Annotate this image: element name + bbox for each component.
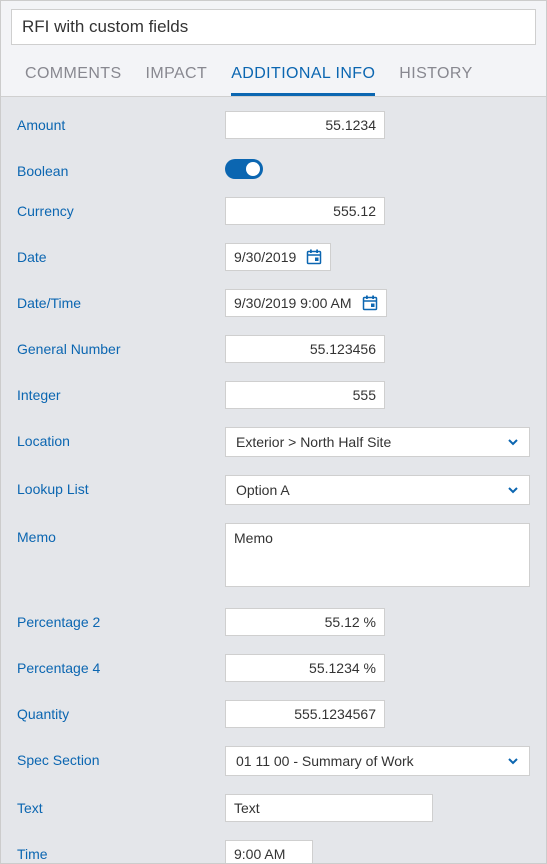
percentage-2-input[interactable]	[225, 608, 385, 636]
label-percentage-4: Percentage 4	[17, 654, 225, 676]
text-input[interactable]	[225, 794, 433, 822]
date-value: 9/30/2019	[234, 249, 306, 265]
label-lookup: Lookup List	[17, 475, 225, 497]
label-integer: Integer	[17, 381, 225, 403]
spec-section-select[interactable]: 01 11 00 - Summary of Work	[225, 746, 530, 776]
label-datetime: Date/Time	[17, 289, 225, 311]
toggle-knob	[246, 162, 260, 176]
date-input[interactable]: 9/30/2019	[225, 243, 331, 271]
chevron-down-icon	[507, 436, 519, 448]
panel: COMMENTS IMPACT ADDITIONAL INFO HISTORY …	[0, 0, 547, 864]
spec-section-value: 01 11 00 - Summary of Work	[236, 753, 414, 769]
label-quantity: Quantity	[17, 700, 225, 722]
label-date: Date	[17, 243, 225, 265]
chevron-down-icon	[507, 484, 519, 496]
label-memo: Memo	[17, 523, 225, 545]
label-percentage-2: Percentage 2	[17, 608, 225, 630]
label-amount: Amount	[17, 111, 225, 133]
boolean-toggle[interactable]	[225, 159, 263, 179]
label-boolean: Boolean	[17, 157, 225, 179]
form-additional-info: Amount Boolean Currency Date 9/30/	[1, 97, 546, 863]
calendar-icon[interactable]	[362, 295, 378, 311]
label-spec-section: Spec Section	[17, 746, 225, 768]
datetime-input[interactable]: 9/30/2019 9:00 AM	[225, 289, 387, 317]
tab-history[interactable]: HISTORY	[399, 59, 472, 96]
label-text: Text	[17, 794, 225, 816]
location-value: Exterior > North Half Site	[236, 434, 391, 450]
tab-additional-info[interactable]: ADDITIONAL INFO	[231, 59, 375, 96]
label-general-number: General Number	[17, 335, 225, 357]
label-time: Time	[17, 840, 225, 862]
label-location: Location	[17, 427, 225, 449]
calendar-icon[interactable]	[306, 249, 322, 265]
quantity-input[interactable]	[225, 700, 385, 728]
tab-comments[interactable]: COMMENTS	[25, 59, 122, 96]
currency-input[interactable]	[225, 197, 385, 225]
integer-input[interactable]	[225, 381, 385, 409]
tabs: COMMENTS IMPACT ADDITIONAL INFO HISTORY	[11, 45, 536, 96]
location-select[interactable]: Exterior > North Half Site	[225, 427, 530, 457]
amount-input[interactable]	[225, 111, 385, 139]
tab-impact[interactable]: IMPACT	[146, 59, 208, 96]
time-input[interactable]	[225, 840, 313, 863]
percentage-4-input[interactable]	[225, 654, 385, 682]
datetime-value: 9/30/2019 9:00 AM	[234, 295, 362, 311]
lookup-select[interactable]: Option A	[225, 475, 530, 505]
label-currency: Currency	[17, 197, 225, 219]
memo-textarea[interactable]	[225, 523, 530, 587]
general-number-input[interactable]	[225, 335, 385, 363]
header: COMMENTS IMPACT ADDITIONAL INFO HISTORY	[1, 1, 546, 97]
lookup-value: Option A	[236, 482, 290, 498]
chevron-down-icon	[507, 755, 519, 767]
title-input[interactable]	[11, 9, 536, 45]
